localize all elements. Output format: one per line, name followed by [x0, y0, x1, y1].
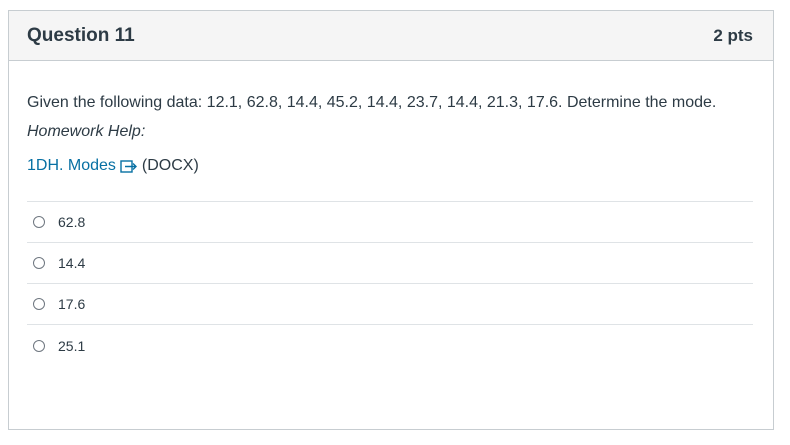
answer-option[interactable]: 25.1	[27, 325, 753, 366]
external-link-icon[interactable]	[120, 159, 138, 173]
help-file-type: (DOCX)	[141, 157, 199, 174]
radio-button[interactable]	[33, 257, 45, 269]
radio-button[interactable]	[33, 298, 45, 310]
answer-label: 25.1	[58, 337, 86, 354]
question-header: Question 11 2 pts	[9, 11, 773, 61]
radio-button[interactable]	[33, 216, 45, 228]
question-body: Given the following data: 12.1, 62.8, 14…	[9, 61, 773, 366]
question-title: Question 11	[27, 24, 135, 46]
radio-button[interactable]	[33, 339, 45, 352]
answer-label: 62.8	[58, 214, 86, 230]
answer-label: 17.6	[58, 296, 86, 312]
homework-help-link[interactable]: 1DH. Modes	[27, 157, 116, 175]
question-card: Question 11 2 pts Given the following da…	[8, 10, 774, 430]
answer-option[interactable]: 17.6	[27, 284, 753, 325]
answer-list: 62.8 14.4 17.6 25.1	[27, 201, 753, 366]
answer-option[interactable]: 14.4	[27, 243, 753, 284]
answer-label: 14.4	[58, 255, 86, 271]
question-text: Given the following data: 12.1, 62.8, 14…	[27, 94, 717, 111]
homework-help-label: Homework Help:	[27, 123, 146, 140]
answer-option[interactable]: 62.8	[27, 202, 753, 243]
question-points: 2 pts	[713, 25, 753, 45]
homework-help-line: 1DH. Modes (DOCX)	[27, 157, 753, 175]
